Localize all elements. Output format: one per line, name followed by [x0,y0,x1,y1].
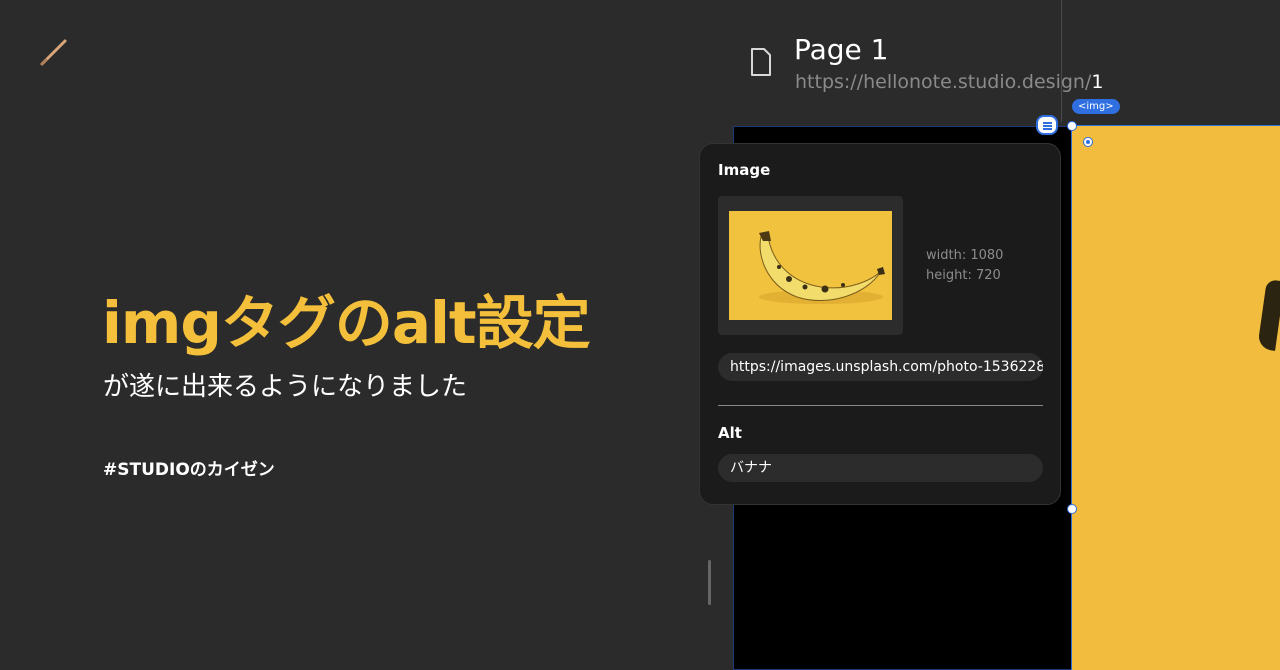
headline: imgタグのalt設定 [102,289,591,357]
image-properties-panel: Image width: 1080 height: 720 https://im… [699,143,1061,505]
image-thumbnail-frame[interactable] [718,196,903,335]
ruler-line [1061,0,1062,122]
page-url-number: 1 [1091,71,1104,93]
page-url[interactable]: https://hellonote.studio.design/1 [795,71,1103,93]
image-width: width: 1080 [926,248,1004,263]
page-title[interactable]: Page 1 [794,33,889,66]
scrollbar[interactable] [708,560,711,605]
image-url-input[interactable]: https://images.unsplash.com/photo-153622… [718,353,1043,381]
pencil-icon [40,39,67,66]
resize-handle-bottom[interactable] [1067,504,1077,514]
banana-illustration [759,231,885,304]
page-url-base: https://hellonote.studio.design/ [795,71,1092,93]
panel-divider [718,405,1043,406]
subheadline: が遂に出来るようになりました [103,372,468,402]
menu-icon[interactable] [1036,115,1058,135]
alt-text-input[interactable]: バナナ [718,454,1043,482]
alt-label: Alt [718,424,742,442]
anchor-handle[interactable] [1083,137,1093,147]
resize-handle-top[interactable] [1067,121,1077,131]
element-tag-badge: <img> [1072,99,1120,114]
image-thumbnail [729,211,892,320]
image-dimensions: width: 1080 height: 720 [926,246,1003,286]
panel-title: Image [718,161,771,179]
hashtag-text: #STUDIOのカイゼン [103,460,275,480]
page-icon [751,48,771,76]
image-height: height: 720 [926,268,1001,283]
selection-outline [1071,125,1280,670]
